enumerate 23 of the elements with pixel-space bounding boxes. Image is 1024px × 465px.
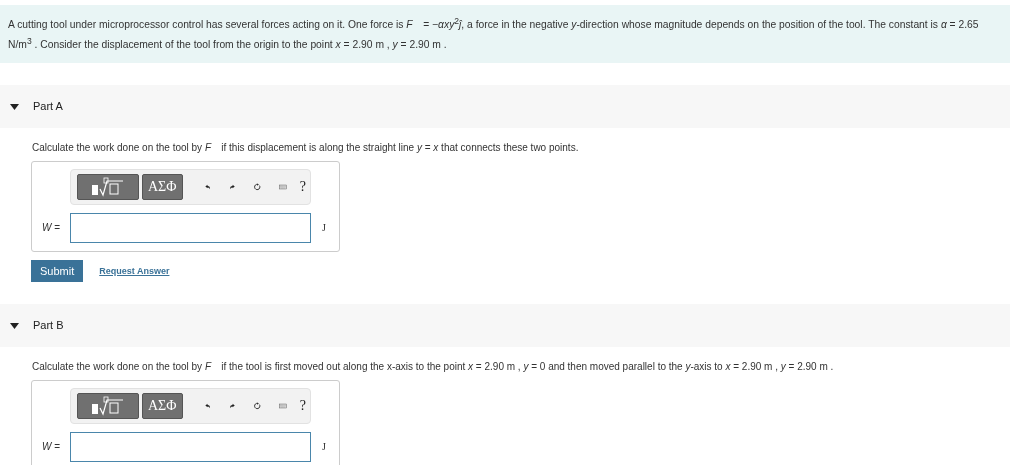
help-button[interactable]: ? bbox=[295, 397, 310, 414]
templates-button[interactable] bbox=[77, 173, 139, 200]
part-title: Part A bbox=[33, 100, 63, 113]
part-header[interactable]: Part A bbox=[0, 84, 1010, 128]
answer-field[interactable] bbox=[70, 431, 311, 462]
part-title: Part B bbox=[33, 319, 64, 332]
symbols-button[interactable]: ΑΣΦ bbox=[142, 392, 183, 419]
unit-label: J bbox=[322, 441, 326, 453]
problem-statement: A cutting tool under microprocessor control has several forces acting on it. One force is F⃗ = −αxy$^{2}$ĵ, a force in the negative y-direction whose magnitude depends on the position of the tool. The constant is α = 2.65 N/m$^{3}$ . Consider the displacement of the tool from the origin to the point x = 2.90 m , y = 2.90 m . bbox=[0, 5, 1010, 63]
part-header[interactable]: Part B bbox=[0, 303, 1010, 347]
question-text: Calculate the work done on the tool by F⃗ if the tool is first moved out along the x-axis to the point x = 2.90 m , y = 0 and then moved parallel to the y-axis to x = 2.90 m , y = 2.90 m . bbox=[32, 360, 835, 372]
caret-icon[interactable] bbox=[10, 101, 19, 111]
answer-label: W = bbox=[41, 441, 62, 453]
answer-field[interactable] bbox=[70, 212, 311, 243]
templates-button[interactable] bbox=[77, 392, 139, 419]
caret-icon[interactable] bbox=[10, 320, 19, 330]
help-button[interactable]: ? bbox=[295, 178, 310, 195]
question-text: Calculate the work done on the tool by F⃗ if this displacement is along the straight line y = x that connects these two points. bbox=[32, 141, 580, 153]
symbols-button[interactable]: ΑΣΦ bbox=[142, 173, 183, 200]
submit-button[interactable]: Submit bbox=[31, 259, 84, 282]
unit-label: J bbox=[322, 222, 326, 234]
answer-label: W = bbox=[41, 222, 62, 234]
request-answer-link[interactable]: Request Answer bbox=[99, 265, 170, 276]
